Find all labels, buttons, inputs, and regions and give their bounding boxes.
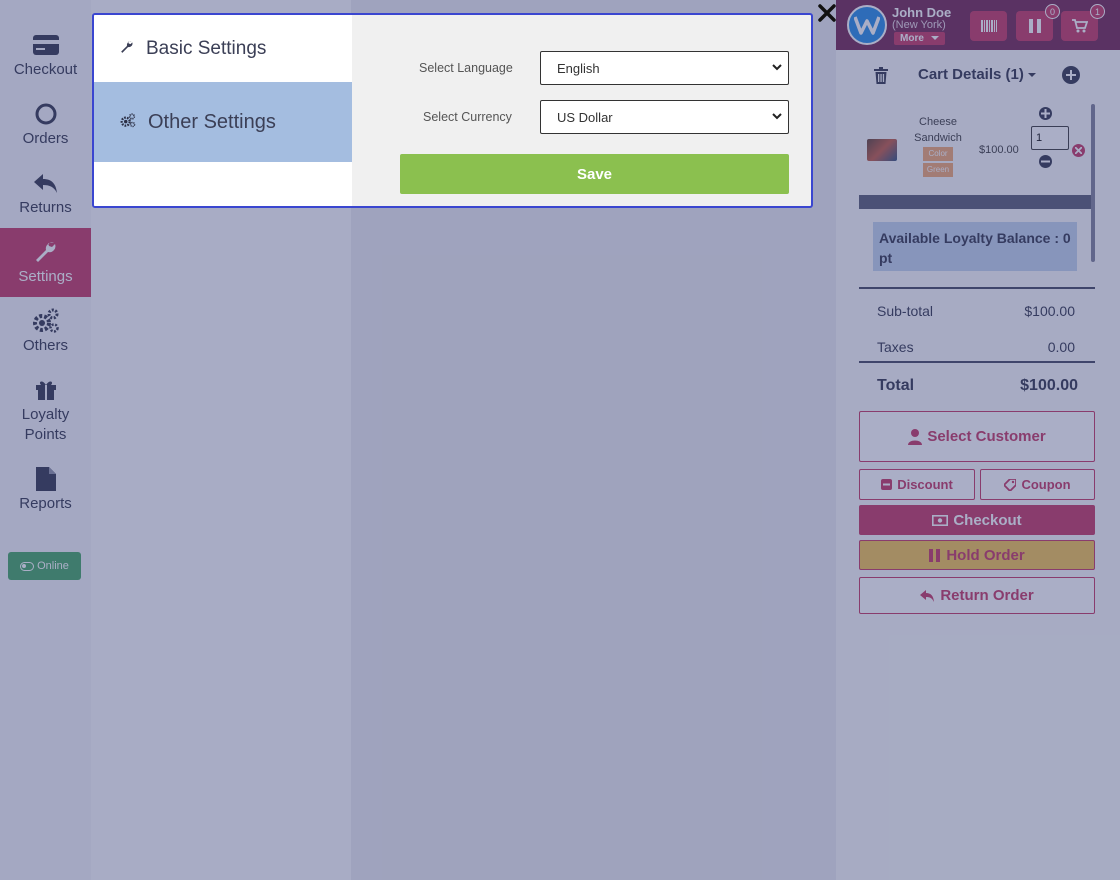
currency-value: US Dollar — [557, 109, 613, 125]
menu-item-basic-settings[interactable]: Basic Settings — [94, 15, 352, 82]
language-select[interactable]: English — [540, 51, 789, 85]
language-label: Select Language — [419, 61, 513, 75]
wrench-icon — [120, 38, 134, 60]
chevron-down-icon — [772, 113, 782, 120]
menu-item-label: Other Settings — [148, 110, 276, 133]
save-button[interactable]: Save — [400, 154, 789, 194]
settings-modal: Basic Settings Other Settings Select Lan… — [92, 13, 813, 208]
language-value: English — [557, 60, 600, 76]
menu-item-label: Basic Settings — [146, 37, 267, 59]
menu-item-other-settings[interactable]: Other Settings — [94, 82, 352, 162]
currency-label: Select Currency — [423, 110, 512, 124]
settings-menu: Basic Settings Other Settings — [94, 15, 352, 206]
currency-select[interactable]: US Dollar — [540, 100, 789, 134]
close-icon[interactable] — [816, 2, 838, 24]
cogs-icon — [120, 111, 136, 134]
chevron-down-icon — [772, 64, 782, 71]
